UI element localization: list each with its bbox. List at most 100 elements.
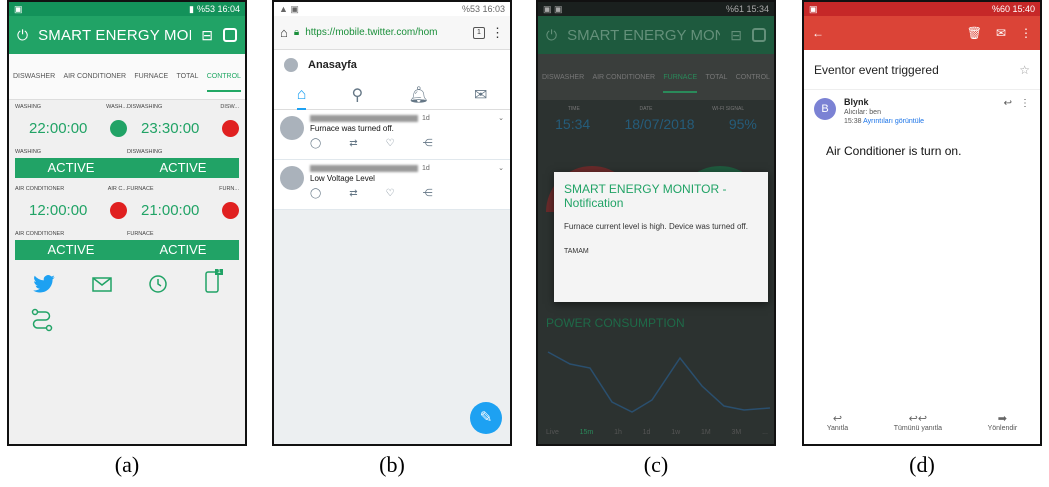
air-conditioner-active-button[interactable]: ACTIVE <box>15 240 127 260</box>
back-icon[interactable]: ⏻ <box>17 27 28 44</box>
app-bar: ⏻ SMART ENERGY MONI ⊟ <box>538 16 774 54</box>
home-icon[interactable]: ⌂ <box>280 25 288 40</box>
twitter-icon[interactable] <box>33 275 56 293</box>
tab-diswasher[interactable]: DISWASHER <box>13 73 55 80</box>
messages-icon[interactable]: ✉ <box>474 85 487 105</box>
reply-icon[interactable]: ↩ <box>1004 98 1012 126</box>
delete-icon[interactable]: 🗑︎ <box>967 26 982 40</box>
tab-count[interactable]: 1 <box>473 26 485 39</box>
star-icon[interactable]: ☆ <box>1019 63 1030 77</box>
tab-control[interactable]: CONTROL <box>736 74 770 81</box>
panel-furnace-notification: ▣ ▣ %61 15:34 ⏻ SMART ENERGY MONI ⊟ DISW… <box>536 0 776 446</box>
share-icon[interactable]: ⋲ <box>423 188 433 199</box>
washing-active-button[interactable]: ACTIVE <box>15 158 127 178</box>
reply-icon[interactable]: ◯ <box>310 138 321 149</box>
app-title: SMART ENERGY MONI <box>567 26 721 44</box>
menu-icon[interactable]: ⋮ <box>491 25 504 41</box>
tab-furnace[interactable]: FURNACE <box>663 74 698 93</box>
tweet-item[interactable]: 1d ⌄ Furnace was turned off. ◯ ⇄ ♡ ⋲ <box>274 110 510 160</box>
email-icon[interactable] <box>92 276 112 292</box>
diswashing-active-button[interactable]: ACTIVE <box>127 158 239 178</box>
notification-icon: ▣ <box>809 3 818 14</box>
tab-air-conditioner[interactable]: AIR CONDITIONER <box>592 74 655 81</box>
status-bar: ▲ ▣ %53 16:03 <box>274 2 510 16</box>
lock-icon: 🔒︎ <box>293 27 300 38</box>
dialog-ok-button[interactable]: TAMAM <box>564 248 758 255</box>
bell-icon[interactable]: 🔔︎ <box>408 85 428 105</box>
home-tab-icon[interactable]: ⌂ <box>296 86 307 110</box>
button-label: DISWASHING <box>127 149 163 155</box>
wifi-value: 95% <box>728 116 757 132</box>
furnace-active-button[interactable]: ACTIVE <box>127 240 239 260</box>
url-field[interactable]: https://mobile.twitter.com/hom <box>305 27 467 38</box>
status-text: %53 16:03 <box>461 4 505 14</box>
panel-twitter: ▲ ▣ %53 16:03 ⌂ 🔒︎ https://mobile.twitte… <box>272 0 512 446</box>
caption-c: (c) <box>643 452 669 477</box>
reply-icon[interactable]: ◯ <box>310 188 321 199</box>
range-15m[interactable]: 15m <box>580 429 594 436</box>
reply-all-button[interactable]: ↩↩ Tümünü yanıtla <box>894 412 942 432</box>
reply-button[interactable]: ↩ Yanıtla <box>827 412 848 432</box>
device-icon[interactable]: ⊟ <box>201 27 213 44</box>
sender-avatar[interactable]: B <box>814 98 836 120</box>
tab-total[interactable]: TOTAL <box>706 74 728 81</box>
power-chart <box>547 351 771 413</box>
tab-air-conditioner[interactable]: AIR CONDITIONER <box>63 73 126 80</box>
square-icon[interactable] <box>223 28 237 42</box>
tweet-item[interactable]: 1d ⌄ Low Voltage Level ◯ ⇄ ♡ ⋲ <box>274 160 510 210</box>
menu-icon[interactable]: ⋮ <box>1020 26 1032 40</box>
notification-widget[interactable]: 1 <box>205 268 223 298</box>
clock-icon[interactable] <box>148 274 168 294</box>
back-icon[interactable]: ⏻ <box>546 27 557 44</box>
timer-diswashing[interactable]: DISWASHING DISW... 23:30:00 <box>127 104 239 143</box>
chevron-down-icon[interactable]: ⌄ <box>498 114 504 122</box>
caption-d: (d) <box>909 452 935 477</box>
range-1d[interactable]: 1d <box>643 429 651 436</box>
range-live[interactable]: Live <box>546 429 559 436</box>
range-1w[interactable]: 1w <box>671 429 680 436</box>
tweet-avatar[interactable] <box>280 166 304 190</box>
more-icon[interactable]: ⋮ <box>1020 98 1030 126</box>
user-avatar[interactable] <box>284 58 298 72</box>
back-arrow-icon[interactable]: ← <box>812 26 824 40</box>
range-1h[interactable]: 1h <box>614 429 622 436</box>
led-label: AIR C... <box>107 186 127 192</box>
like-icon[interactable]: ♡ <box>386 138 395 149</box>
share-icon[interactable]: ⋲ <box>423 138 433 149</box>
device-icon[interactable]: ⊟ <box>730 27 742 44</box>
tab-diswasher[interactable]: DISWASHER <box>542 74 584 81</box>
button-label: WASHING <box>15 149 42 155</box>
status-bar: ▣ %60 15:40 <box>804 2 1040 16</box>
compose-tweet-button[interactable]: ✎ <box>470 402 502 434</box>
tab-total[interactable]: TOTAL <box>177 73 199 80</box>
timer-furnace[interactable]: FURNACE FURN... 21:00:00 <box>127 186 239 225</box>
mail-icon[interactable]: ✉ <box>996 26 1006 40</box>
blurred-username <box>310 114 418 122</box>
forward-button[interactable]: ➡ Yönlendir <box>988 412 1018 432</box>
tweet-text: Low Voltage Level <box>310 174 375 183</box>
status-text: %53 16:04 <box>196 4 240 14</box>
notification-dialog: SMART ENERGY MONITOR - Notification Furn… <box>554 172 768 302</box>
email-time: 15:38 <box>844 118 862 125</box>
tab-control[interactable]: CONTROL <box>206 73 241 92</box>
range-more[interactable]: ... <box>762 429 768 436</box>
tab-furnace[interactable]: FURNACE <box>134 73 168 80</box>
eventor-icon[interactable] <box>31 308 53 332</box>
timer-air-conditioner[interactable]: AIR CONDITIONER AIR C... 12:00:00 <box>15 186 127 225</box>
status-text: %60 15:40 <box>991 4 1035 14</box>
range-3m[interactable]: 3M <box>732 429 742 436</box>
details-link[interactable]: Ayrıntıları görüntüle <box>863 118 924 125</box>
chevron-down-icon[interactable]: ⌄ <box>498 164 504 172</box>
sender-row: B Blynk Alıcılar: ben 15:38 Ayrıntıları … <box>804 90 1040 134</box>
range-1m[interactable]: 1M <box>701 429 711 436</box>
home-title: Anasayfa <box>308 59 357 71</box>
search-icon[interactable]: ⚲ <box>352 85 364 105</box>
notification-icon: ▣ ▣ <box>543 3 563 14</box>
panel-smart-energy-control: ▣ ▮ %53 16:04 ⏻ SMART ENERGY MONI ⊟ DISWA… <box>7 0 247 446</box>
retweet-icon[interactable]: ⇄ <box>349 188 357 199</box>
timer-washing[interactable]: WASHING WASH... 22:00:00 <box>15 104 127 143</box>
square-icon[interactable] <box>752 28 766 42</box>
tweet-avatar[interactable] <box>280 116 304 140</box>
retweet-icon[interactable]: ⇄ <box>349 138 357 149</box>
like-icon[interactable]: ♡ <box>386 188 395 199</box>
